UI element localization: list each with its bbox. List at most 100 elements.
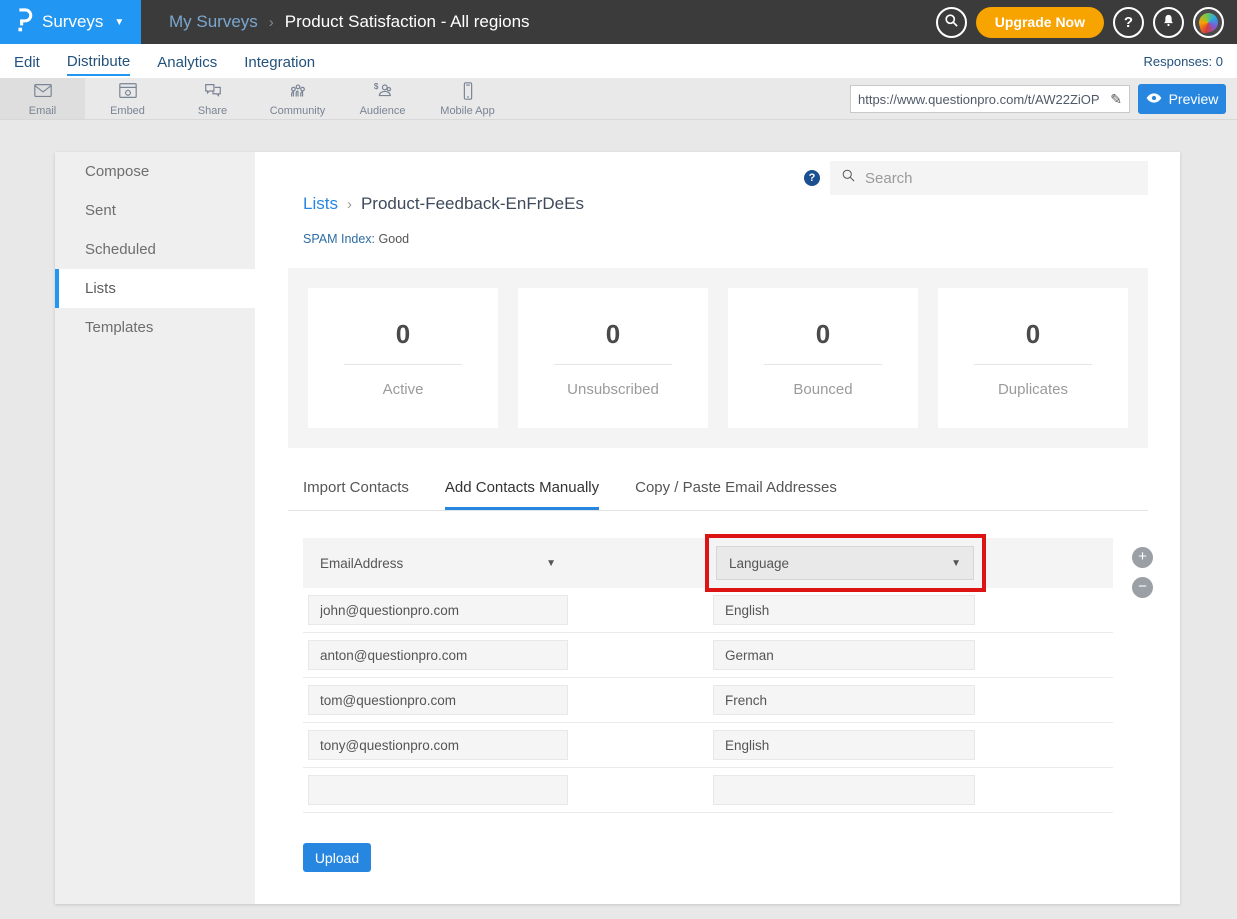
stat-value: 0 [606,319,620,350]
channel-email[interactable]: Email [0,78,85,119]
channel-label: Share [198,105,227,117]
stat-card-duplicates: 0 Duplicates [938,288,1128,428]
contact-email-input[interactable] [308,775,568,805]
survey-nav: Edit Distribute Analytics Integration Re… [0,44,1237,78]
remove-row-button[interactable]: − [1132,577,1153,598]
contact-email-input[interactable] [308,595,568,625]
survey-url-input[interactable] [858,92,1110,107]
divider [974,364,1092,365]
add-row-button[interactable]: + [1132,547,1153,568]
contacts-table: EmailAddress ▼ Language ▼ [303,538,1113,813]
contacts-tabs: Import Contacts Add Contacts Manually Co… [288,479,1148,511]
tab-edit[interactable]: Edit [14,48,40,75]
help-button[interactable]: ? [1113,7,1144,38]
email-icon [32,81,54,104]
upload-button[interactable]: Upload [303,843,371,872]
search-icon [841,168,856,188]
list-name: Product-Feedback-EnFrDeEs [361,194,584,214]
search-icon [944,13,959,32]
contact-language-input[interactable] [713,595,975,625]
tab-import-contacts[interactable]: Import Contacts [303,479,409,510]
preview-label: Preview [1169,91,1219,107]
contact-language-input[interactable] [713,775,975,805]
breadcrumb-my-surveys-link[interactable]: My Surveys [169,12,258,32]
survey-url-field: ✎ [850,85,1130,113]
search-button[interactable] [936,7,967,38]
contact-language-input[interactable] [713,730,975,760]
tab-copy-paste-email[interactable]: Copy / Paste Email Addresses [635,479,837,510]
contact-language-input[interactable] [713,640,975,670]
channel-audience[interactable]: $ Audience [340,78,425,119]
upgrade-now-button[interactable]: Upgrade Now [976,7,1104,38]
survey-breadcrumb: My Surveys › Product Satisfaction - All … [169,12,530,32]
embed-icon [117,81,139,104]
contact-row [303,768,1113,813]
lists-panel: Compose Sent Scheduled Lists Templates ?… [55,152,1180,904]
chevron-right-icon: › [347,196,352,213]
stat-card-active: 0 Active [308,288,498,428]
language-column-highlight: Language ▼ [705,534,986,592]
channel-share[interactable]: Share [170,78,255,119]
language-column-select[interactable]: Language ▼ [716,546,974,580]
list-search-input[interactable] [865,170,1137,187]
channel-mobile-app[interactable]: Mobile App [425,78,510,119]
tab-analytics[interactable]: Analytics [157,48,217,75]
tab-integration[interactable]: Integration [244,48,315,75]
sidebar-item-compose[interactable]: Compose [55,152,255,191]
distribute-toolbar: Email Embed Share Community $ Audience M… [0,78,1237,120]
contact-row [303,633,1113,678]
contact-row [303,678,1113,723]
sidebar-item-lists[interactable]: Lists [55,269,255,308]
contact-email-input[interactable] [308,685,568,715]
channel-label: Email [29,105,57,117]
spam-index-label: SPAM Index: [303,232,375,246]
mobile-app-icon [457,81,479,104]
selected-option: Language [729,556,789,571]
stat-value: 0 [1026,319,1040,350]
svg-text:$: $ [373,82,378,91]
share-icon [202,81,224,104]
breadcrumb-lists-link[interactable]: Lists [303,194,338,214]
brand-menu[interactable]: Surveys ▼ [0,0,141,44]
account-avatar[interactable] [1193,7,1224,38]
preview-button[interactable]: Preview [1138,84,1226,114]
community-icon [287,81,309,104]
questionpro-logo-icon [13,7,33,37]
list-breadcrumb: Lists › Product-Feedback-EnFrDeEs [303,194,584,214]
avatar-logo-icon [1197,10,1220,33]
tab-distribute[interactable]: Distribute [67,47,130,76]
list-search-row: ? [804,161,1148,195]
list-stats: 0 Active 0 Unsubscribed 0 Bounced 0 Dupl… [288,268,1148,448]
sidebar-item-scheduled[interactable]: Scheduled [55,230,255,269]
stat-label: Unsubscribed [567,381,659,398]
help-tooltip-icon[interactable]: ? [804,170,820,186]
sidebar-item-sent[interactable]: Sent [55,191,255,230]
divider [344,364,462,365]
contact-email-input[interactable] [308,730,568,760]
divider [554,364,672,365]
channel-embed[interactable]: Embed [85,78,170,119]
selected-option: EmailAddress [320,556,403,571]
stat-label: Bounced [793,381,852,398]
spam-index-value: Good [379,232,410,246]
top-header: Surveys ▼ My Surveys › Product Satisfact… [0,0,1237,44]
stat-card-bounced: 0 Bounced [728,288,918,428]
sidebar-item-templates[interactable]: Templates [55,308,255,347]
responses-count[interactable]: Responses: 0 [1144,54,1237,69]
contacts-table-header: EmailAddress ▼ Language ▼ [303,538,1113,588]
email-column-select[interactable]: EmailAddress ▼ [308,546,568,580]
bell-icon [1161,13,1176,32]
survey-title: Product Satisfaction - All regions [285,12,530,32]
edit-pencil-icon[interactable]: ✎ [1110,91,1122,108]
channel-community[interactable]: Community [255,78,340,119]
lists-main: ? Lists › Product-Feedback-EnFrDeEs SPAM… [255,152,1180,904]
tab-add-contacts-manually[interactable]: Add Contacts Manually [445,479,599,510]
channel-label: Mobile App [440,105,494,117]
notifications-button[interactable] [1153,7,1184,38]
audience-icon: $ [372,81,394,104]
spam-index: SPAM Index: Good [303,232,409,246]
contact-row [303,588,1113,633]
contact-language-input[interactable] [713,685,975,715]
contact-email-input[interactable] [308,640,568,670]
chevron-down-icon: ▼ [114,17,124,28]
